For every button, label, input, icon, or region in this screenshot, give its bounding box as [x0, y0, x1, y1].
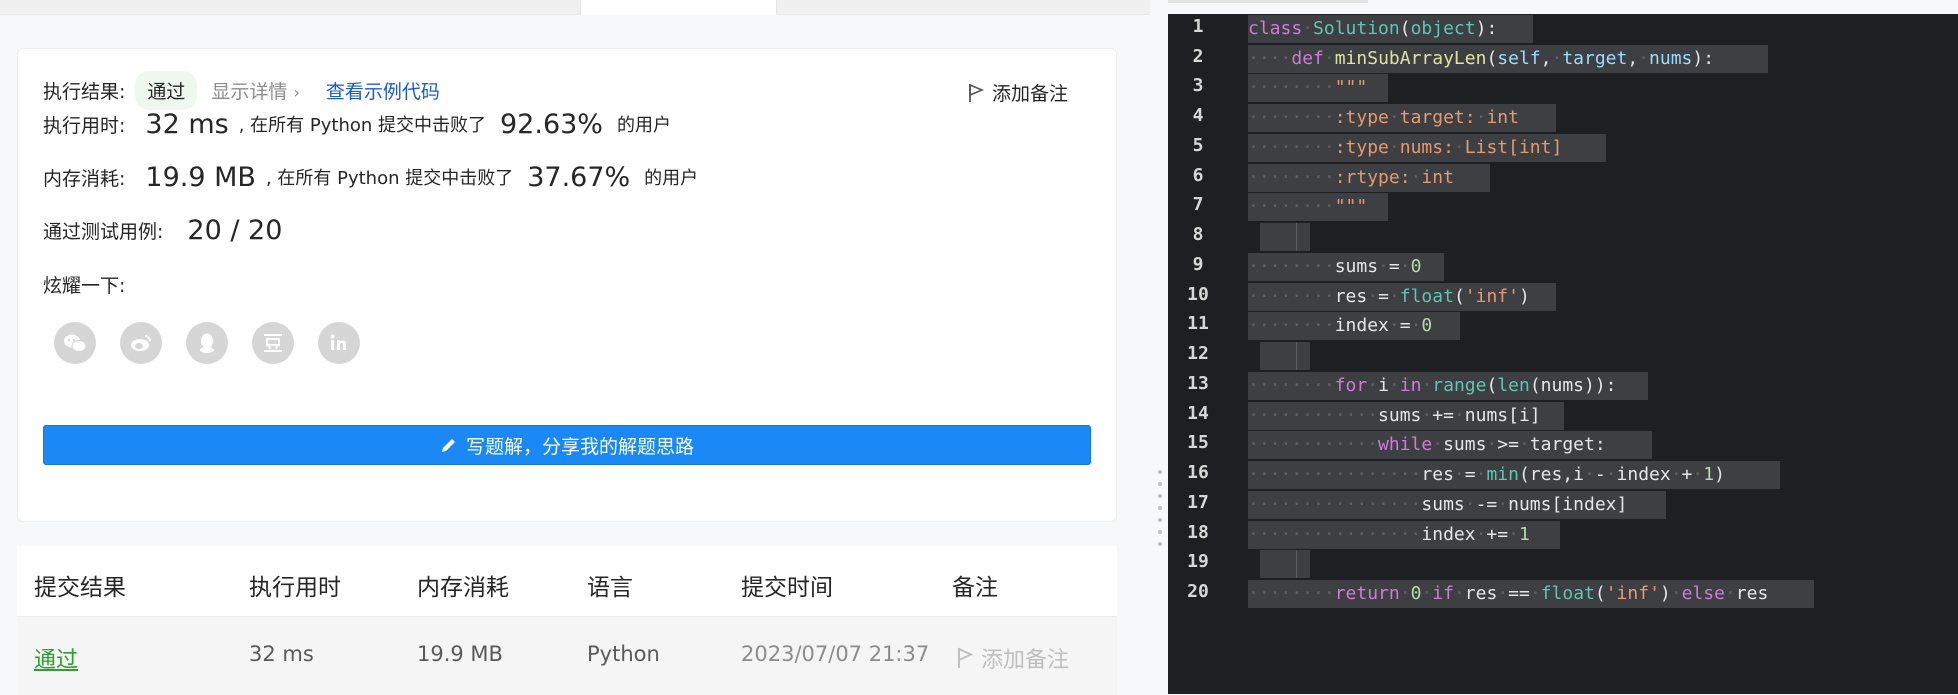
col-memory-header: 内存消耗 [417, 575, 509, 601]
memory-label: 内存消耗: [43, 167, 126, 190]
line-number: 5 [1192, 135, 1204, 156]
linkedin-icon[interactable] [318, 322, 360, 364]
share-label-row: 炫耀一下: [43, 271, 125, 298]
testcases-value: 20 / 20 [187, 214, 283, 246]
flag-icon [969, 83, 984, 102]
line-number: 16 [1187, 462, 1209, 483]
testcases-label: 通过测试用例: [43, 220, 164, 243]
submission-result-panel: 执行结果: 通过 显示详情 › 查看示例代码 添加备注 执行用时: 32 ms ,… [0, 0, 1150, 695]
runtime-value: 32 ms [145, 108, 229, 140]
runtime-tail: 的用户 [616, 115, 671, 136]
row-add-note-button[interactable]: 添加备注 [957, 642, 1069, 674]
pencil-icon [441, 439, 455, 452]
memory-row: 内存消耗: 19.9 MB , 在所有 Python 提交中击败了 37.67%… [43, 157, 698, 197]
code-editor[interactable]: 1 2 3 4 5 6 7 8 9 10 11 12 13 14 15 16 1… [1168, 14, 1958, 694]
share-label: 炫耀一下: [43, 275, 126, 297]
line-number: 13 [1187, 373, 1209, 394]
line-number-gutter: 1 2 3 4 5 6 7 8 9 10 11 12 13 14 15 16 1… [1168, 14, 1228, 694]
line-number: 20 [1187, 581, 1209, 602]
testcases-row: 通过测试用例: 20 / 20 [43, 210, 282, 250]
line-number: 1 [1192, 16, 1204, 37]
line-number: 17 [1187, 492, 1209, 513]
line-number: 10 [1187, 284, 1209, 305]
line-number: 6 [1192, 165, 1204, 186]
panel-splitter[interactable] [1150, 0, 1170, 694]
col-language-header: 语言 [587, 575, 633, 601]
runtime-row: 执行用时: 32 ms , 在所有 Python 提交中击败了 92.63% 的… [43, 104, 671, 144]
memory-tail: 的用户 [644, 168, 699, 189]
line-number: 8 [1192, 224, 1204, 245]
col-result-header: 提交结果 [34, 575, 126, 601]
runtime-beat-text: , 在所有 Python 提交中击败了 [238, 115, 486, 136]
wechat-icon[interactable] [54, 322, 96, 364]
runtime-label: 执行用时: [43, 114, 126, 137]
line-number: 7 [1192, 194, 1204, 215]
col-runtime-header: 执行用时 [249, 575, 341, 601]
line-number: 11 [1187, 313, 1209, 334]
line-number: 3 [1192, 75, 1204, 96]
editor-top-strip [1150, 0, 1958, 14]
memory-percentile: 37.67% [527, 161, 631, 193]
runtime-percentile: 92.63% [500, 108, 603, 140]
add-note-button[interactable]: 添加备注 [968, 79, 1068, 106]
weibo-icon[interactable] [120, 322, 162, 364]
chevron-right-icon: › [293, 83, 300, 102]
table-header: 提交结果 执行用时 内存消耗 语言 提交时间 备注 [17, 546, 1117, 616]
memory-beat-text: , 在所有 Python 提交中击败了 [265, 168, 514, 189]
line-number: 4 [1192, 105, 1204, 126]
line-number: 2 [1192, 46, 1204, 67]
row-memory: 19.9 MB [417, 642, 503, 666]
flag-icon [958, 647, 973, 668]
row-runtime: 32 ms [249, 642, 314, 666]
share-icons [54, 322, 360, 364]
show-details-link[interactable]: 显示详情 › [211, 77, 299, 104]
row-submit-time: 2023/07/07 21:37 [741, 642, 930, 666]
row-language: Python [587, 642, 660, 666]
submissions-table: 提交结果 执行用时 内存消耗 语言 提交时间 备注 通过 32 ms 19.9 … [17, 546, 1117, 695]
result-card: 执行结果: 通过 显示详情 › 查看示例代码 添加备注 执行用时: 32 ms ,… [17, 48, 1117, 522]
qq-icon[interactable] [186, 322, 228, 364]
col-note-header: 备注 [952, 575, 998, 601]
line-number: 19 [1187, 551, 1209, 572]
line-number: 15 [1187, 432, 1209, 453]
line-number: 9 [1192, 254, 1204, 275]
show-details-label: 显示详情 [211, 81, 288, 103]
panel-tab-strip [0, 0, 1150, 15]
active-tab[interactable] [580, 0, 777, 15]
memory-value: 19.9 MB [145, 161, 256, 193]
line-number: 12 [1187, 343, 1209, 364]
table-row[interactable]: 通过 32 ms 19.9 MB Python 2023/07/07 21:37… [17, 616, 1117, 695]
line-number: 18 [1187, 522, 1209, 543]
view-sample-code-link[interactable]: 查看示例代码 [326, 77, 440, 104]
douban-icon[interactable] [252, 322, 294, 364]
exec-result-label: 执行结果: [43, 81, 126, 103]
line-number: 14 [1187, 403, 1209, 424]
write-solution-label: 写题解，分享我的解题思路 [465, 435, 694, 458]
drag-handle-icon[interactable] [1158, 470, 1162, 546]
col-time-header: 提交时间 [741, 575, 833, 601]
row-result-link[interactable]: 通过 [34, 642, 78, 674]
add-note-label: 添加备注 [992, 83, 1069, 105]
write-solution-button[interactable]: 写题解，分享我的解题思路 [43, 425, 1091, 465]
row-add-note-label: 添加备注 [981, 648, 1070, 673]
